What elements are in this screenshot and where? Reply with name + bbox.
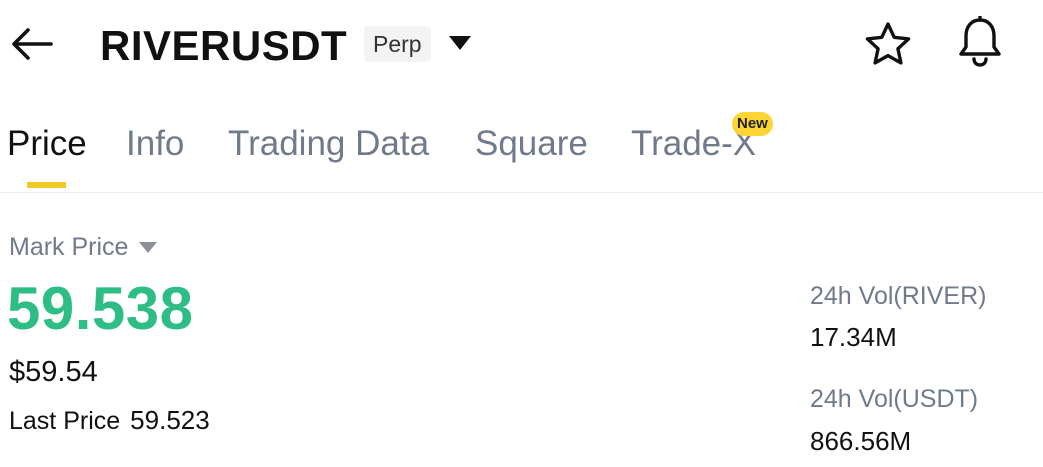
last-price-label: Last Price (9, 407, 121, 435)
bell-icon (957, 14, 1003, 73)
caret-down-icon (138, 241, 158, 254)
usd-price-value: $59.54 (9, 356, 98, 388)
star-icon (864, 21, 912, 72)
mark-price-label: Mark Price (9, 233, 129, 261)
vol-quote-value: 866.56M (810, 426, 912, 456)
vol-base-value: 17.34M (810, 322, 897, 352)
symbol-title[interactable]: RIVERUSDT (100, 20, 347, 72)
caret-down-icon (448, 35, 472, 56)
back-button[interactable] (8, 22, 56, 70)
tab-bar: Price Info Trading Data Square Trade-X (0, 118, 1043, 193)
tab-price[interactable]: Price (7, 122, 87, 166)
tab-trading-data[interactable]: Trading Data (228, 122, 429, 166)
symbol-dropdown-button[interactable] (446, 34, 474, 56)
price-alert-button[interactable] (954, 14, 1006, 73)
mark-price-value: 59.538 (7, 275, 194, 342)
active-tab-indicator (27, 182, 66, 188)
tab-info[interactable]: Info (126, 122, 184, 166)
new-badge: New (732, 112, 773, 136)
last-price-value: 59.523 (130, 405, 210, 435)
arrow-left-icon (11, 27, 53, 66)
last-price: Last Price 59.523 (9, 404, 210, 437)
tab-square[interactable]: Square (475, 122, 588, 166)
vol-base-label: 24h Vol(RIVER) (810, 282, 987, 310)
favorite-button[interactable] (862, 20, 914, 72)
mark-price-selector[interactable]: Mark Price (9, 232, 158, 262)
contract-type-badge[interactable]: Perp (364, 26, 431, 62)
vol-quote-label: 24h Vol(USDT) (810, 385, 979, 413)
